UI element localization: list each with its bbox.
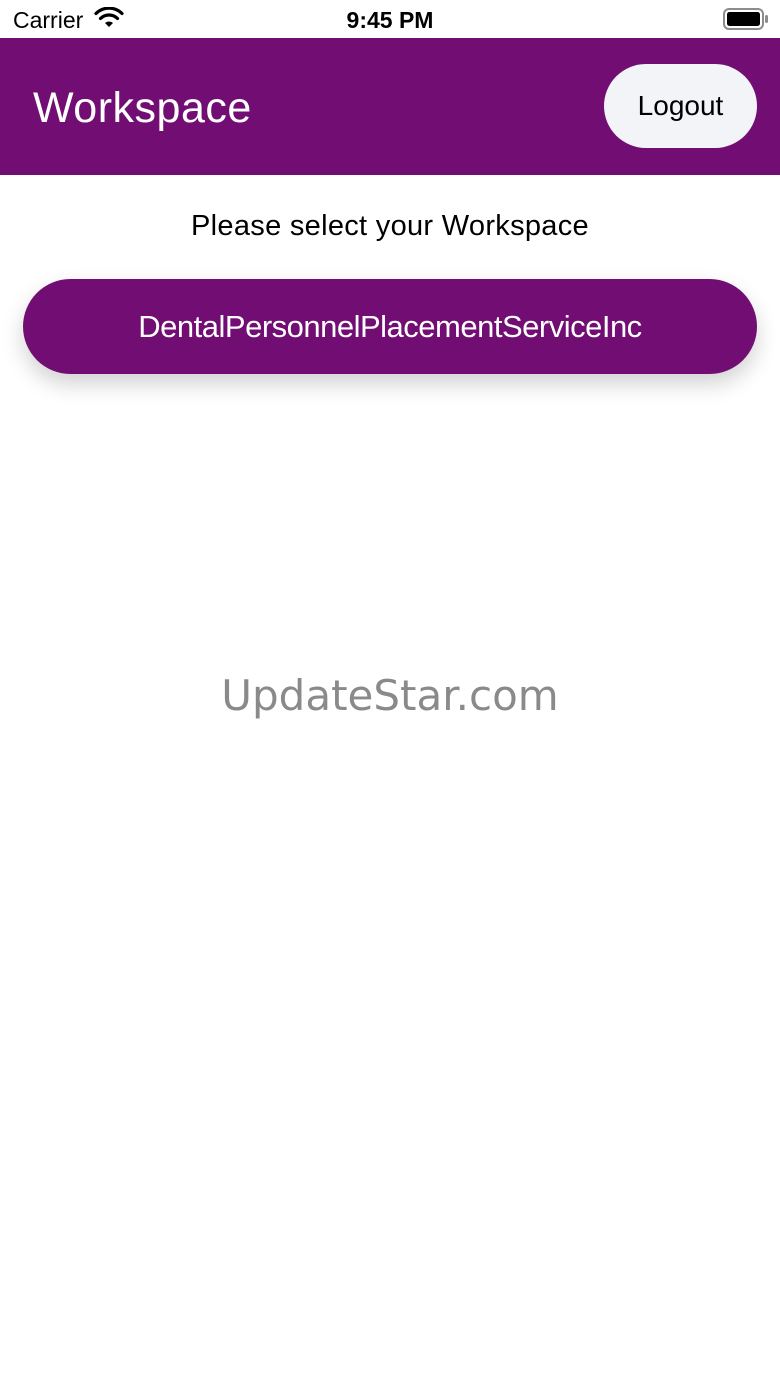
watermark: UpdateStar.com xyxy=(221,671,559,720)
select-workspace-prompt: Please select your Workspace xyxy=(191,210,589,242)
page-title: Workspace xyxy=(33,84,252,132)
battery-icon xyxy=(723,8,769,30)
workspace-button[interactable]: DentalPersonnelPlacementServiceInc xyxy=(23,279,757,374)
status-bar: Carrier 9:45 PM xyxy=(0,0,780,38)
carrier-label: Carrier xyxy=(13,7,84,33)
app-header: Workspace Logout xyxy=(0,38,780,175)
logout-button[interactable]: Logout xyxy=(604,64,757,148)
wifi-icon xyxy=(94,6,124,29)
